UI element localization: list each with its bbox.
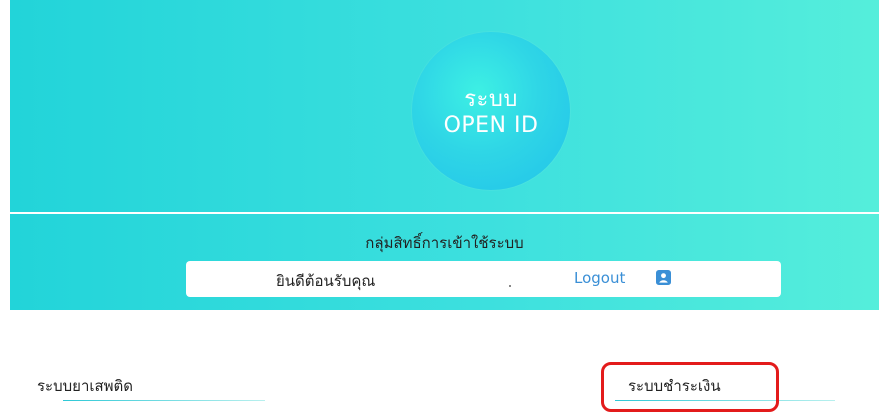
logout-link[interactable]: Logout — [574, 269, 625, 287]
logo-title-line2: OPEN ID — [443, 113, 539, 138]
header-banner: ระบบ OPEN ID กลุ่มสิทธิ์การเข้าใช้ระบบ ย… — [10, 0, 879, 310]
system-label-drug[interactable]: ระบบยาเสพติด — [37, 374, 133, 398]
user-icon[interactable] — [656, 270, 671, 285]
logo: ระบบ OPEN ID — [412, 32, 570, 190]
user-bar: ยินดีต้อนรับคุณ Logout — [186, 261, 781, 297]
header-divider — [10, 212, 879, 214]
logo-title-line1: ระบบ — [464, 87, 518, 112]
welcome-text: ยินดีต้อนรับคุณ — [276, 272, 376, 290]
system-underline — [63, 400, 265, 401]
highlight-box — [601, 362, 779, 412]
group-title: กลุ่มสิทธิ์การเข้าใช้ระบบ — [365, 234, 524, 252]
system-item-drug[interactable]: ระบบยาเสพติด — [37, 374, 265, 401]
separator-dot — [509, 285, 511, 287]
